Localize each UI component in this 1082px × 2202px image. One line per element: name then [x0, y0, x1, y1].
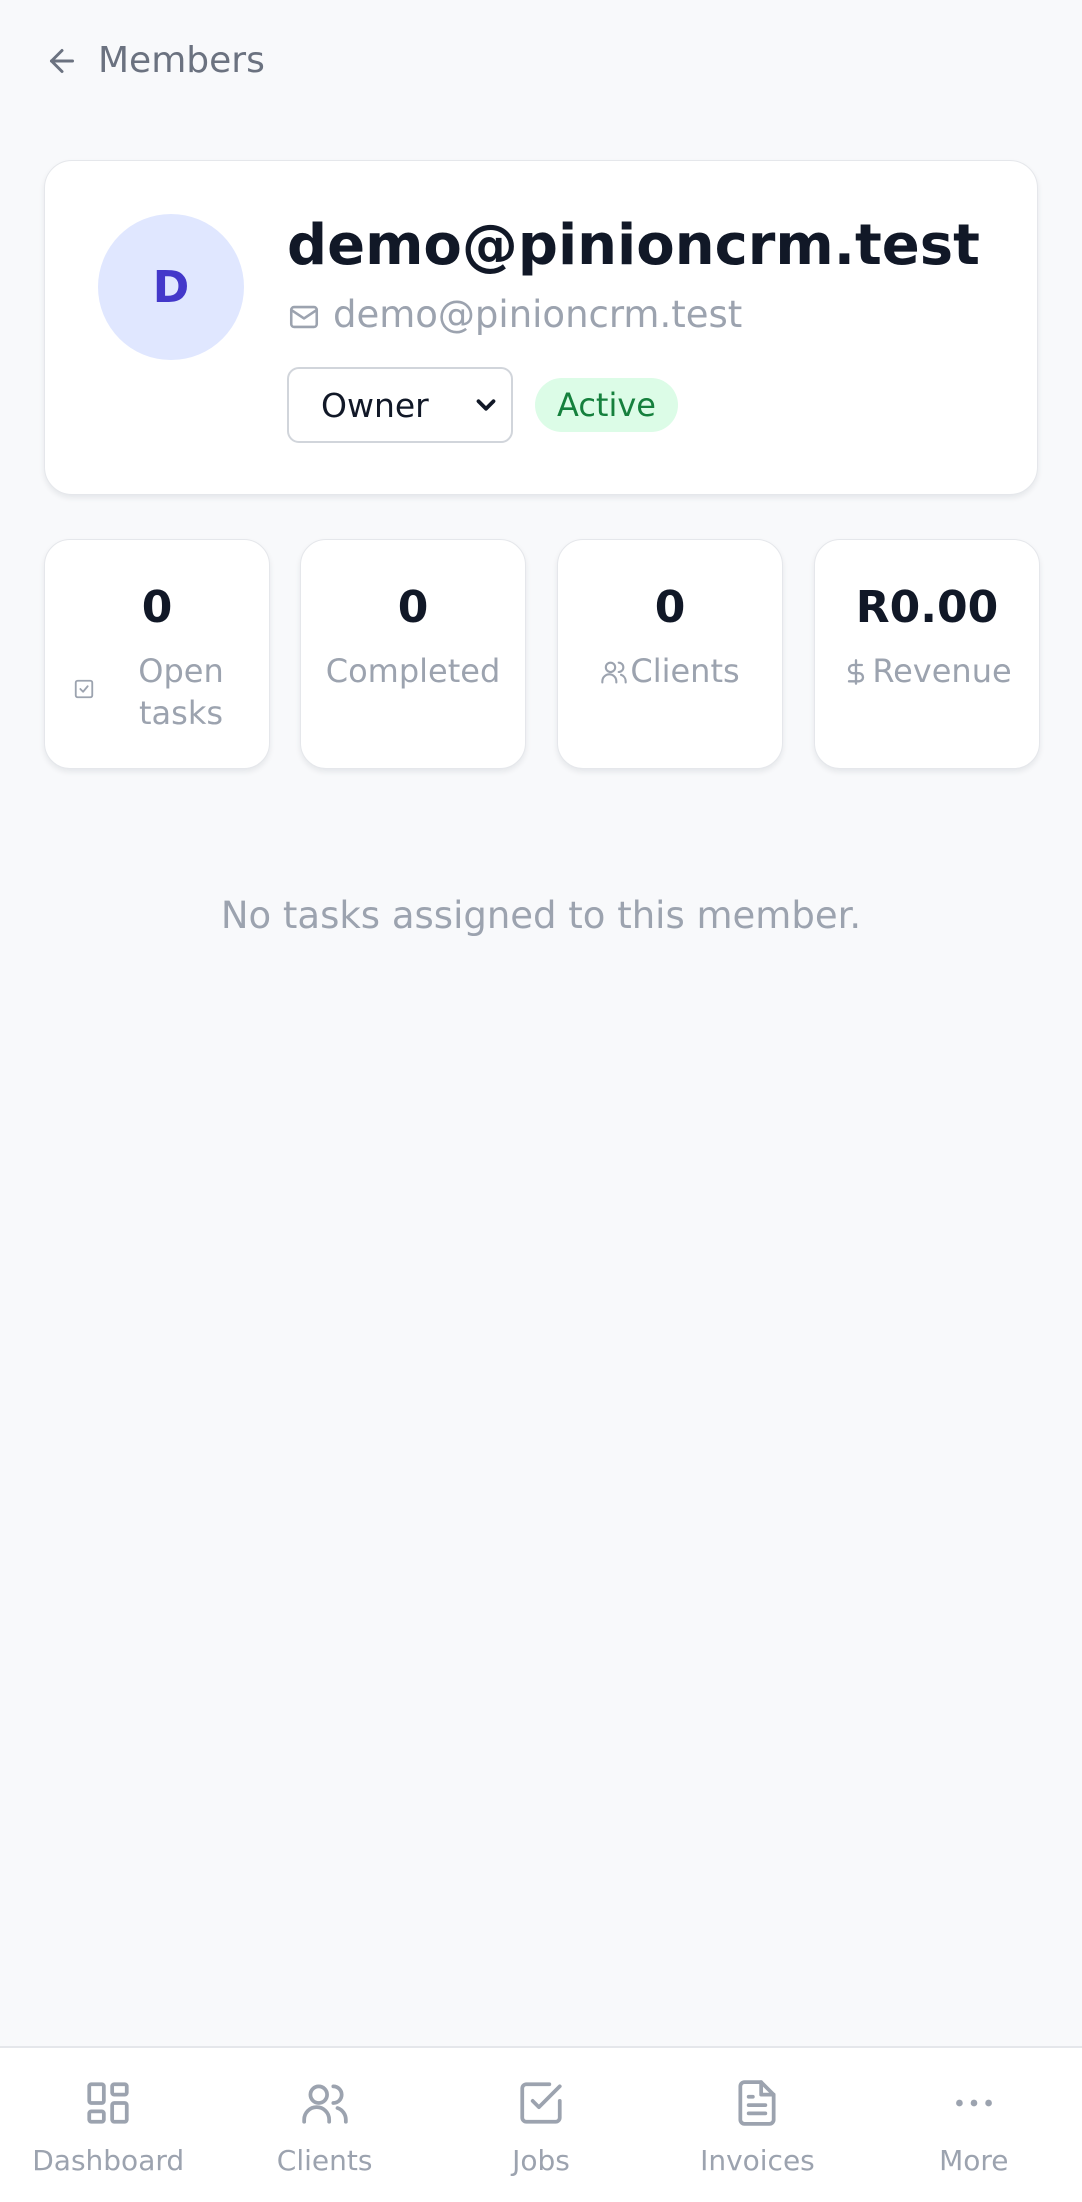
chevron-down-icon — [476, 399, 496, 411]
dashboard-icon — [87, 2082, 129, 2124]
stat-value: 0 — [141, 582, 173, 633]
member-email: demo@pinioncrm.test — [333, 293, 743, 336]
stat-value: 0 — [654, 582, 686, 633]
empty-tasks-message: No tasks assigned to this member. — [220, 894, 862, 937]
nav-item-invoices[interactable]: Invoices — [649, 2048, 865, 2202]
member-profile-card: D demo@pinioncrm.test demo@pinioncrm.tes… — [44, 160, 1038, 495]
users-icon — [601, 661, 628, 684]
role-select[interactable]: Owner — [287, 367, 513, 443]
stat-label: Completed — [325, 652, 501, 690]
nav-label: Jobs — [512, 2144, 570, 2177]
nav-item-more[interactable]: More — [866, 2048, 1082, 2202]
stat-card-open-tasks: 0 Open tasks — [44, 539, 270, 769]
nav-label: Clients — [276, 2144, 373, 2177]
nav-label: Invoices — [700, 2144, 815, 2177]
nav-item-clients[interactable]: Clients — [216, 2048, 432, 2202]
role-select-value: Owner — [321, 385, 429, 425]
stat-card-revenue: R0.00 Revenue — [814, 539, 1040, 769]
more-icon — [955, 2099, 992, 2107]
stat-card-completed: 0 Completed — [300, 539, 526, 769]
stat-card-clients: 0 Clients — [557, 539, 783, 769]
stat-value: 0 — [397, 582, 429, 633]
back-to-members-link[interactable]: Members — [44, 40, 265, 81]
stat-label: Open tasks — [138, 652, 224, 732]
document-icon — [738, 2080, 776, 2126]
stat-label-row: Clients — [558, 650, 782, 692]
check-square-icon — [74, 679, 94, 699]
mail-icon — [289, 305, 319, 328]
arrow-left-icon — [50, 48, 74, 73]
member-detail-page: Members D demo@pinioncrm.test demo@pinio… — [0, 0, 1082, 2202]
stat-label: Clients — [630, 652, 740, 690]
avatar: D — [98, 214, 244, 360]
member-name: demo@pinioncrm.test — [287, 213, 980, 278]
status-badge: Active — [535, 378, 678, 432]
nav-label: Dashboard — [32, 2144, 185, 2177]
nav-item-jobs[interactable]: Jobs — [433, 2048, 649, 2202]
bottom-nav: Dashboard Clients Jobs Invoices More — [0, 2046, 1082, 2202]
stat-label-row: Revenue — [815, 650, 1039, 692]
stat-label-row: Completed — [301, 650, 525, 692]
check-square-icon — [520, 2082, 562, 2124]
nav-label: More — [939, 2144, 1009, 2177]
stat-value: R0.00 — [855, 582, 999, 633]
dollar-icon — [848, 659, 865, 685]
member-email-row: demo@pinioncrm.test — [287, 293, 742, 336]
nav-item-dashboard[interactable]: Dashboard — [0, 2048, 216, 2202]
stat-label: Revenue — [872, 652, 1012, 690]
stat-label-row: Open tasks — [45, 650, 269, 734]
users-icon — [301, 2084, 348, 2124]
back-link-label: Members — [98, 40, 265, 81]
